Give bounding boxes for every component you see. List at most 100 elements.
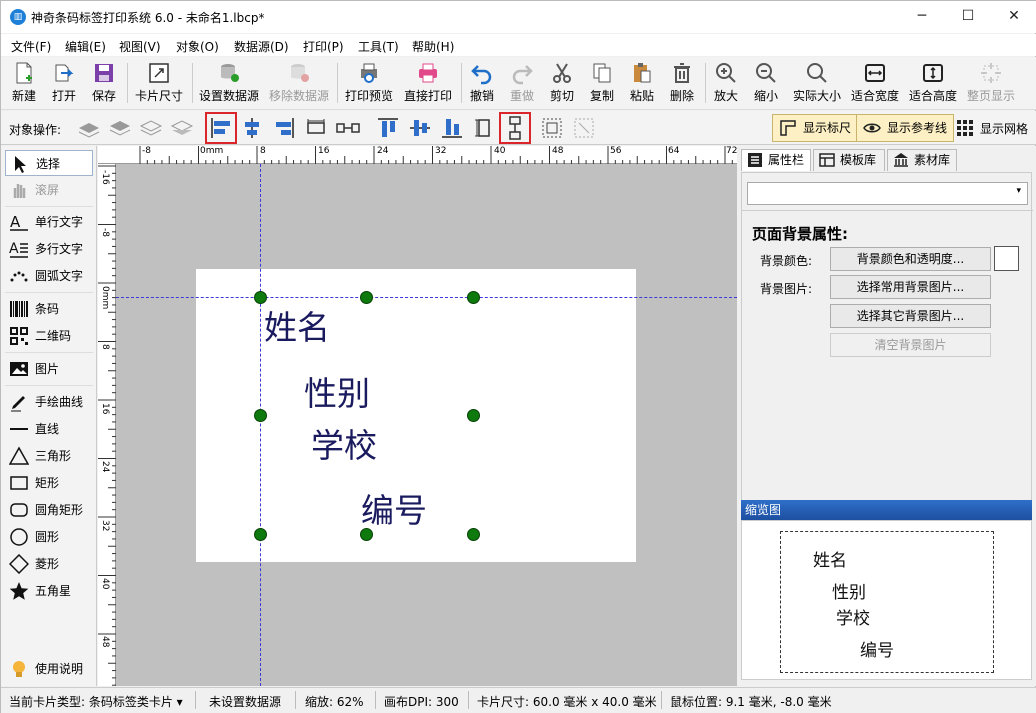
menu-help[interactable]: 帮助(H): [412, 38, 454, 55]
menu-print[interactable]: 打印(P): [303, 38, 344, 55]
align-middle-icon[interactable]: [407, 115, 433, 141]
thumbnail-panel[interactable]: 姓名 性别 学校 编号: [741, 520, 1032, 680]
minimize-button[interactable]: ─: [899, 1, 945, 33]
direct-print-button[interactable]: 直接打印: [401, 59, 455, 107]
group-icon[interactable]: [539, 115, 565, 141]
tool-arc-text[interactable]: 圆弧文字: [5, 263, 93, 289]
resize-handle-bottom-center[interactable]: [360, 528, 373, 541]
tab-templates[interactable]: 模板库: [813, 149, 885, 171]
tool-line[interactable]: 直线: [5, 416, 93, 442]
align-bottom-icon[interactable]: [439, 115, 465, 141]
layer-bottom-icon[interactable]: [169, 115, 195, 141]
resize-handle-top-right[interactable]: [467, 291, 480, 304]
text-school[interactable]: 学校: [311, 419, 377, 467]
distribute-horizontal-icon[interactable]: [335, 115, 361, 141]
tool-triangle[interactable]: 三角形: [5, 443, 93, 469]
tab-properties[interactable]: 属性栏: [741, 149, 811, 171]
save-button[interactable]: 保存: [87, 59, 121, 107]
choose-common-bg-button[interactable]: 选择常用背景图片...: [830, 275, 991, 299]
align-center-icon[interactable]: [239, 115, 265, 141]
actual-size-button[interactable]: 实际大小: [789, 59, 845, 107]
status-card-type[interactable]: 当前卡片类型: 条码标签类卡片 ▾: [9, 693, 183, 710]
align-top-icon[interactable]: [375, 115, 401, 141]
align-right-icon[interactable]: [271, 115, 297, 141]
show-grid-toggle[interactable]: 显示网格: [956, 120, 1028, 137]
maximize-button[interactable]: ☐: [945, 1, 991, 33]
full-page-button[interactable]: 整页显示: [965, 59, 1017, 107]
resize-handle-middle-right[interactable]: [467, 409, 480, 422]
layer-down-icon[interactable]: [138, 115, 164, 141]
tool-barcode[interactable]: 条码: [5, 296, 93, 322]
open-button[interactable]: 打开: [47, 59, 81, 107]
show-guides-toggle[interactable]: 显示参考线: [856, 114, 955, 142]
new-button[interactable]: 新建: [7, 59, 41, 107]
horizontal-guide-line[interactable]: [116, 297, 737, 298]
zoom-in-button[interactable]: 放大: [709, 59, 743, 107]
top-ruler[interactable]: -8 0mm 8 16 24 32 40 48 56 64 72: [98, 146, 737, 164]
tool-help[interactable]: 使用说明: [5, 656, 93, 682]
resize-handle-top-center[interactable]: [360, 291, 373, 304]
paste-button[interactable]: 粘贴: [625, 59, 659, 107]
clear-bg-button[interactable]: 清空背景图片: [830, 333, 991, 357]
layer-up-icon[interactable]: [76, 115, 102, 141]
tool-multi-text[interactable]: A 多行文字: [5, 236, 93, 262]
layer-top-icon[interactable]: [107, 115, 133, 141]
tool-diamond[interactable]: 菱形: [5, 551, 93, 577]
tool-single-text[interactable]: A 单行文字: [5, 209, 93, 235]
svg-text:A: A: [9, 241, 19, 257]
object-selector-dropdown[interactable]: ▾: [747, 182, 1028, 205]
tool-freehand[interactable]: 手绘曲线: [5, 389, 93, 415]
fit-height-button[interactable]: 适合高度: [907, 59, 959, 107]
distribute-vertical-icon[interactable]: [499, 112, 531, 144]
card-size-button[interactable]: 卡片尺寸: [132, 59, 186, 107]
align-left-icon[interactable]: [205, 112, 237, 144]
redo-button[interactable]: 重做: [505, 59, 539, 107]
print-preview-button[interactable]: 打印预览: [342, 59, 396, 107]
menu-tools[interactable]: 工具(T): [358, 38, 399, 55]
tool-round-rect[interactable]: 圆角矩形: [5, 497, 93, 523]
same-height-icon[interactable]: [471, 115, 497, 141]
lightbulb-icon: [13, 661, 25, 677]
bg-color-button[interactable]: 背景颜色和透明度...: [830, 247, 991, 271]
text-gender[interactable]: 性别: [304, 367, 370, 415]
choose-other-bg-button[interactable]: 选择其它背景图片...: [830, 304, 991, 328]
undo-button[interactable]: 撤销: [465, 59, 499, 107]
menu-edit[interactable]: 编辑(E): [65, 38, 106, 55]
vertical-guide-line[interactable]: [260, 164, 261, 686]
zoom-out-button[interactable]: 缩小: [749, 59, 783, 107]
close-button[interactable]: ✕: [991, 1, 1036, 33]
resize-handle-bottom-right[interactable]: [467, 528, 480, 541]
tool-image[interactable]: 图片: [5, 356, 93, 382]
database-icon: [221, 64, 239, 82]
resize-handle-bottom-left[interactable]: [254, 528, 267, 541]
delete-button[interactable]: 删除: [665, 59, 699, 107]
text-number[interactable]: 编号: [361, 484, 427, 532]
resize-handle-top-left[interactable]: [254, 291, 267, 304]
text-name[interactable]: 姓名: [264, 301, 330, 349]
menu-object[interactable]: 对象(O): [176, 38, 219, 55]
tool-scroll[interactable]: 滚屏: [5, 177, 93, 203]
show-ruler-toggle[interactable]: 显示标尺: [772, 114, 859, 142]
ruler-top-label: 56: [610, 146, 622, 156]
tool-circle[interactable]: 圆形: [5, 524, 93, 550]
menu-datasource[interactable]: 数据源(D): [234, 38, 289, 55]
menu-view[interactable]: 视图(V): [119, 38, 161, 55]
tab-assets[interactable]: 素材库: [887, 149, 957, 171]
design-canvas[interactable]: -8 0mm 8 16 24 32 40 48 56 64 72 -16 -8 …: [98, 146, 737, 686]
tool-select[interactable]: 选择: [5, 150, 93, 176]
copy-button[interactable]: 复制: [585, 59, 619, 107]
fit-width-button[interactable]: 适合宽度: [849, 59, 901, 107]
set-datasource-button[interactable]: 设置数据源: [197, 59, 261, 107]
menu-file[interactable]: 文件(F): [11, 38, 51, 55]
ungroup-icon[interactable]: [571, 115, 597, 141]
tool-qrcode[interactable]: 二维码: [5, 323, 93, 349]
left-ruler[interactable]: -16 -8 0mm 8 16 24 32 40 48: [98, 164, 116, 686]
same-width-icon[interactable]: [303, 115, 329, 141]
resize-handle-middle-left[interactable]: [254, 409, 267, 422]
cut-button[interactable]: 剪切: [545, 59, 579, 107]
tool-star[interactable]: 五角星: [5, 578, 93, 604]
remove-datasource-button[interactable]: 移除数据源: [267, 59, 331, 107]
bg-color-swatch[interactable]: [994, 246, 1019, 271]
copy-icon: [593, 63, 611, 83]
tool-rect[interactable]: 矩形: [5, 470, 93, 496]
